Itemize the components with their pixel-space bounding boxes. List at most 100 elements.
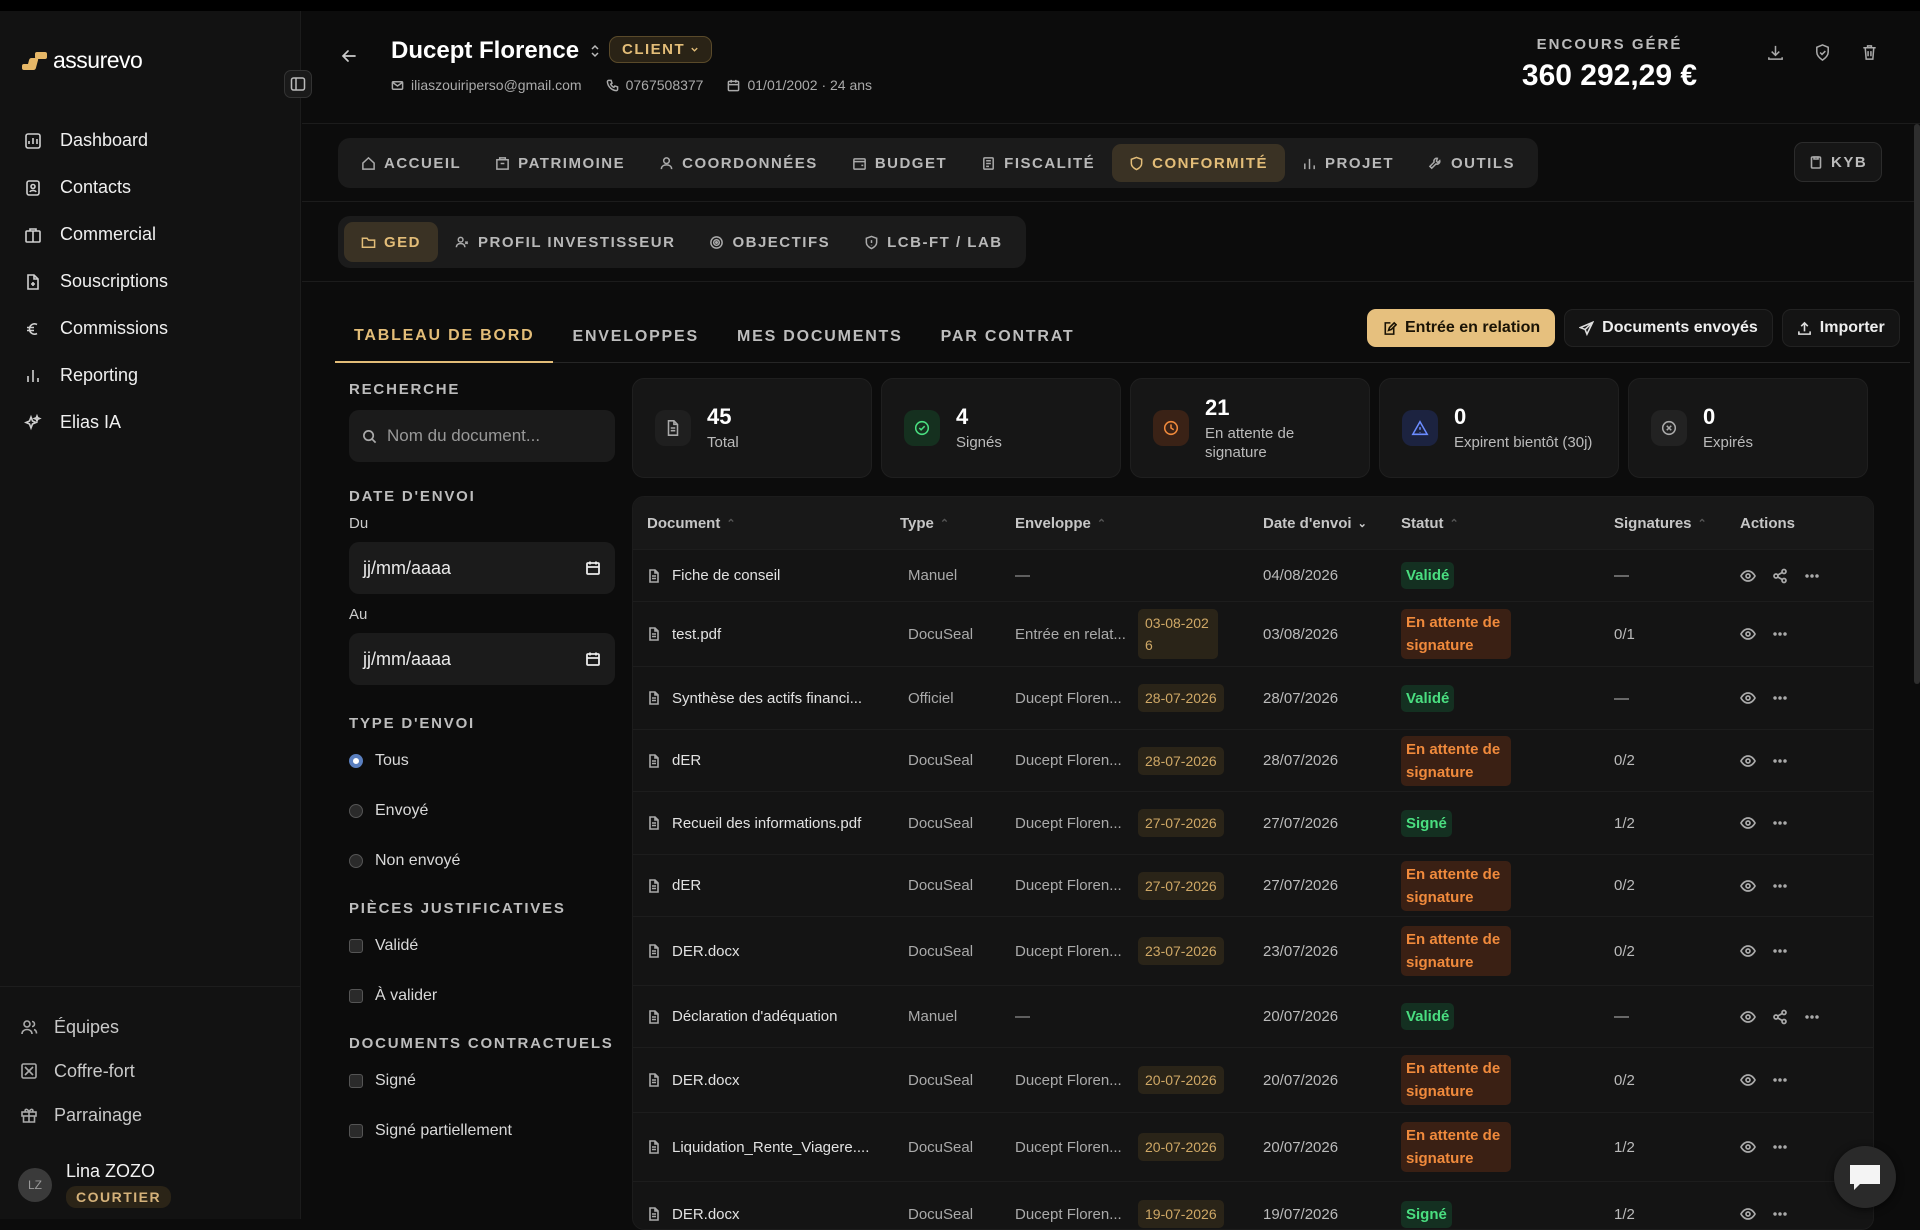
stat-card[interactable]: 0 Expirés <box>1628 378 1868 478</box>
chat-button[interactable] <box>1834 1146 1896 1208</box>
more-icon[interactable] <box>1772 1139 1788 1155</box>
eye-icon[interactable] <box>1740 1139 1756 1155</box>
stat-card[interactable]: 21 En attente de signature <box>1130 378 1370 478</box>
more-icon[interactable] <box>1804 1009 1820 1025</box>
stat-card[interactable]: 4 Signés <box>881 378 1121 478</box>
document-name[interactable]: DER.docx <box>672 1206 740 1223</box>
more-icon[interactable] <box>1772 1206 1788 1222</box>
table-row[interactable]: DER.docx DocuSeal Ducept Floren... 23-07-20… <box>633 916 1873 985</box>
table-row[interactable]: Liquidation_Rente_Viagere.... DocuSeal Duc… <box>633 1112 1873 1181</box>
documents-envoyes-button[interactable]: Documents envoyés <box>1564 309 1773 347</box>
importer-button[interactable]: Importer <box>1781 309 1900 347</box>
checkbox-control[interactable] <box>349 989 363 1003</box>
table-row[interactable]: Déclaration d'adéquation Manuel — 20/07/202… <box>633 985 1873 1047</box>
radio-checked-control[interactable] <box>349 754 363 768</box>
stat-card[interactable]: 45 Total <box>632 378 872 478</box>
table-row[interactable]: Fiche de conseil Manuel — 04/08/2026 Validé — <box>633 549 1873 601</box>
document-name[interactable]: dER <box>672 752 701 769</box>
download-icon[interactable] <box>1766 43 1785 62</box>
more-icon[interactable] <box>1772 815 1788 831</box>
eye-icon[interactable] <box>1740 626 1756 642</box>
more-icon[interactable] <box>1804 568 1820 584</box>
radio-option[interactable]: Envoyé <box>349 802 615 820</box>
radio-control[interactable] <box>349 804 363 818</box>
share-icon[interactable] <box>1772 568 1788 584</box>
share-icon[interactable] <box>1772 1009 1788 1025</box>
document-name[interactable]: Recueil des informations.pdf <box>672 815 861 832</box>
logo[interactable]: assurevo <box>22 47 143 74</box>
table-row[interactable]: DER.docx DocuSeal Ducept Floren... 19-07-20… <box>633 1181 1873 1229</box>
more-icon[interactable] <box>1772 943 1788 959</box>
more-icon[interactable] <box>1772 753 1788 769</box>
nav-item-souscriptions[interactable]: Souscriptions <box>24 258 284 305</box>
tab-accueil[interactable]: ACCUEIL <box>344 144 478 182</box>
nav-item-commercial[interactable]: Commercial <box>24 211 284 258</box>
back-button[interactable] <box>340 47 358 70</box>
user-profile[interactable]: LZ Lina ZOZO COURTIER <box>18 1161 172 1208</box>
tab-budget[interactable]: BUDGET <box>835 144 964 182</box>
eye-icon[interactable] <box>1740 815 1756 831</box>
tab-outils[interactable]: OUTILS <box>1411 144 1532 182</box>
eye-icon[interactable] <box>1740 1072 1756 1088</box>
doc-tab-tableau-de-bord[interactable]: TABLEAU DE BORD <box>335 311 554 363</box>
column-header[interactable]: Statut ⌃ <box>1401 515 1614 532</box>
date-from-input[interactable]: jj/mm/aaaa <box>349 542 615 594</box>
search-input[interactable]: Nom du document... <box>349 410 615 462</box>
doc-tab-par-contrat[interactable]: PAR CONTRAT <box>922 311 1094 363</box>
table-row[interactable]: dER DocuSeal Ducept Floren... 27-07-2026 27/… <box>633 854 1873 916</box>
column-header[interactable]: Document ⌃ <box>633 515 900 532</box>
sidebar-bottom-item[interactable]: Coffre-fort <box>0 1049 301 1093</box>
eye-icon[interactable] <box>1740 568 1756 584</box>
subtab-ged[interactable]: GED <box>344 222 439 262</box>
calendar-icon[interactable] <box>585 651 601 667</box>
tab-conformité[interactable]: CONFORMITÉ <box>1112 144 1285 182</box>
sidebar-bottom-item[interactable]: Parrainage <box>0 1093 301 1137</box>
nav-item-contacts[interactable]: Contacts <box>24 164 284 211</box>
calendar-icon[interactable] <box>585 560 601 576</box>
subtab-objectifs[interactable]: OBJECTIFS <box>692 222 847 262</box>
doc-tab-mes-documents[interactable]: MES DOCUMENTS <box>718 311 922 363</box>
subtab-lcb-ft-lab[interactable]: LCB-FT / LAB <box>847 222 1019 262</box>
eye-icon[interactable] <box>1740 753 1756 769</box>
checkbox-control[interactable] <box>349 939 363 953</box>
client-name[interactable]: Ducept Florence <box>391 37 601 65</box>
client-type-badge[interactable]: CLIENT <box>609 36 713 63</box>
checkbox-option[interactable]: Signé <box>349 1072 615 1090</box>
document-name[interactable]: Synthèse des actifs financi... <box>672 690 862 707</box>
eye-icon[interactable] <box>1740 943 1756 959</box>
column-header[interactable]: Signatures ⌃ <box>1614 515 1740 532</box>
table-row[interactable]: dER DocuSeal Ducept Floren... 28-07-2026 28/… <box>633 729 1873 791</box>
stat-card[interactable]: 0 Expirent bientôt (30j) <box>1379 378 1619 478</box>
document-name[interactable]: Liquidation_Rente_Viagere.... <box>672 1139 869 1156</box>
eye-icon[interactable] <box>1740 690 1756 706</box>
more-icon[interactable] <box>1772 1072 1788 1088</box>
nav-item-commissions[interactable]: Commissions <box>24 305 284 352</box>
client-phone[interactable]: 0767508377 <box>606 77 703 93</box>
shield-check-icon[interactable] <box>1813 43 1832 62</box>
radio-control[interactable] <box>349 854 363 868</box>
document-name[interactable]: test.pdf <box>672 626 721 643</box>
checkbox-option[interactable]: Validé <box>349 937 615 955</box>
document-name[interactable]: DER.docx <box>672 943 740 960</box>
tab-coordonnées[interactable]: COORDONNÉES <box>642 144 835 182</box>
checkbox-control[interactable] <box>349 1124 363 1138</box>
more-icon[interactable] <box>1772 626 1788 642</box>
document-name[interactable]: dER <box>672 877 701 894</box>
tab-projet[interactable]: PROJET <box>1285 144 1411 182</box>
document-name[interactable]: Déclaration d'adéquation <box>672 1008 837 1025</box>
more-icon[interactable] <box>1772 878 1788 894</box>
eye-icon[interactable] <box>1740 1009 1756 1025</box>
entree-en-relation-button[interactable]: Entrée en relation <box>1367 309 1556 347</box>
subtab-profil-investisseur[interactable]: PROFIL INVESTISSEUR <box>438 222 692 262</box>
column-header[interactable]: Date d'envoi ⌄ <box>1263 515 1401 532</box>
eye-icon[interactable] <box>1740 878 1756 894</box>
scrollbar[interactable] <box>1914 124 1920 684</box>
nav-item-dashboard[interactable]: Dashboard <box>24 117 284 164</box>
eye-icon[interactable] <box>1740 1206 1756 1222</box>
client-email[interactable]: iliaszouiriperso@gmail.com <box>391 77 582 93</box>
more-icon[interactable] <box>1772 690 1788 706</box>
doc-tab-enveloppes[interactable]: ENVELOPPES <box>553 311 717 363</box>
sidebar-bottom-item[interactable]: Équipes <box>0 1005 301 1049</box>
document-name[interactable]: DER.docx <box>672 1072 740 1089</box>
column-header[interactable]: Type ⌃ <box>900 515 1015 532</box>
